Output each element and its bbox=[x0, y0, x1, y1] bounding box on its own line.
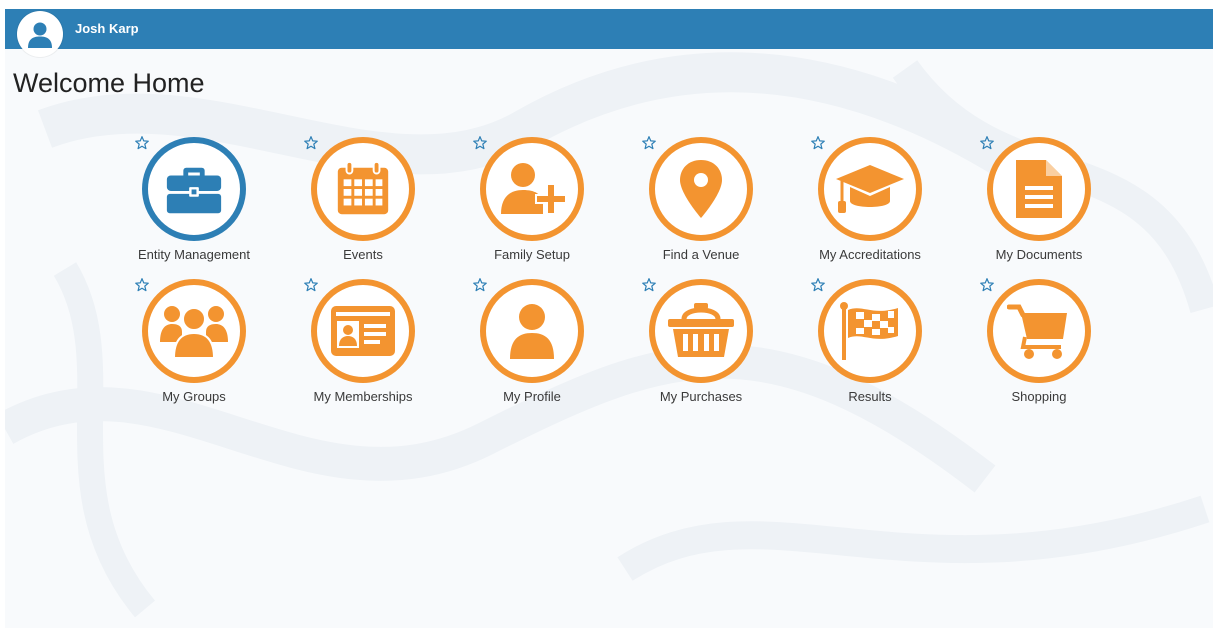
basket-icon bbox=[668, 303, 734, 357]
briefcase-icon bbox=[166, 167, 222, 214]
tile-label: Find a Venue bbox=[662, 247, 740, 262]
tile-circle bbox=[649, 279, 753, 383]
tile-my-documents[interactable]: My Documents bbox=[980, 136, 1157, 271]
tile-circle bbox=[818, 279, 922, 383]
tile-circle bbox=[818, 137, 922, 241]
tile-label: Events bbox=[343, 247, 383, 262]
favorite-star-icon[interactable] bbox=[979, 135, 995, 151]
tile-circle bbox=[480, 279, 584, 383]
id-card-icon bbox=[331, 306, 395, 356]
favorite-star-icon[interactable] bbox=[134, 277, 150, 293]
map-pin-icon bbox=[680, 160, 722, 218]
favorite-star-icon[interactable] bbox=[641, 135, 657, 151]
tile-circle bbox=[142, 137, 246, 241]
top-bar: Josh Karp bbox=[5, 9, 1213, 57]
tile-label: Entity Management bbox=[137, 247, 250, 262]
user-avatar-icon bbox=[28, 22, 52, 48]
shopping-cart-icon bbox=[1007, 304, 1067, 359]
tile-circle bbox=[649, 137, 753, 241]
tile-circle bbox=[480, 137, 584, 241]
document-icon bbox=[1016, 160, 1062, 218]
tile-label: Results bbox=[848, 389, 892, 404]
page-title: Welcome Home bbox=[13, 68, 205, 98]
tile-label: My Accreditations bbox=[819, 247, 921, 262]
favorite-star-icon[interactable] bbox=[641, 277, 657, 293]
checkered-flag-icon bbox=[840, 302, 898, 360]
user-avatar[interactable] bbox=[17, 11, 63, 57]
tile-label: My Groups bbox=[162, 389, 226, 404]
tile-circle bbox=[311, 279, 415, 383]
calendar-icon bbox=[337, 160, 389, 215]
tile-label: My Purchases bbox=[659, 389, 743, 404]
group-icon bbox=[160, 306, 228, 359]
favorite-star-icon[interactable] bbox=[303, 135, 319, 151]
tile-circle bbox=[142, 279, 246, 383]
tile-circle bbox=[987, 137, 1091, 241]
user-icon bbox=[510, 304, 554, 359]
favorite-star-icon[interactable] bbox=[472, 135, 488, 151]
tile-label: Shopping bbox=[1011, 389, 1067, 404]
favorite-star-icon[interactable] bbox=[810, 277, 826, 293]
graduation-cap-icon bbox=[836, 165, 904, 213]
favorite-star-icon[interactable] bbox=[810, 135, 826, 151]
tile-shopping[interactable]: Shopping bbox=[980, 278, 1157, 413]
tile-label: My Profile bbox=[503, 389, 561, 404]
tile-circle bbox=[311, 137, 415, 241]
favorite-star-icon[interactable] bbox=[979, 277, 995, 293]
user-name[interactable]: Josh Karp bbox=[75, 9, 139, 49]
tile-circle bbox=[987, 279, 1091, 383]
favorite-star-icon[interactable] bbox=[472, 277, 488, 293]
add-user-icon bbox=[501, 163, 565, 215]
tile-label: My Memberships bbox=[313, 389, 413, 404]
tile-label: Family Setup bbox=[494, 247, 570, 262]
tile-label: My Documents bbox=[995, 247, 1083, 262]
favorite-star-icon[interactable] bbox=[134, 135, 150, 151]
favorite-star-icon[interactable] bbox=[303, 277, 319, 293]
